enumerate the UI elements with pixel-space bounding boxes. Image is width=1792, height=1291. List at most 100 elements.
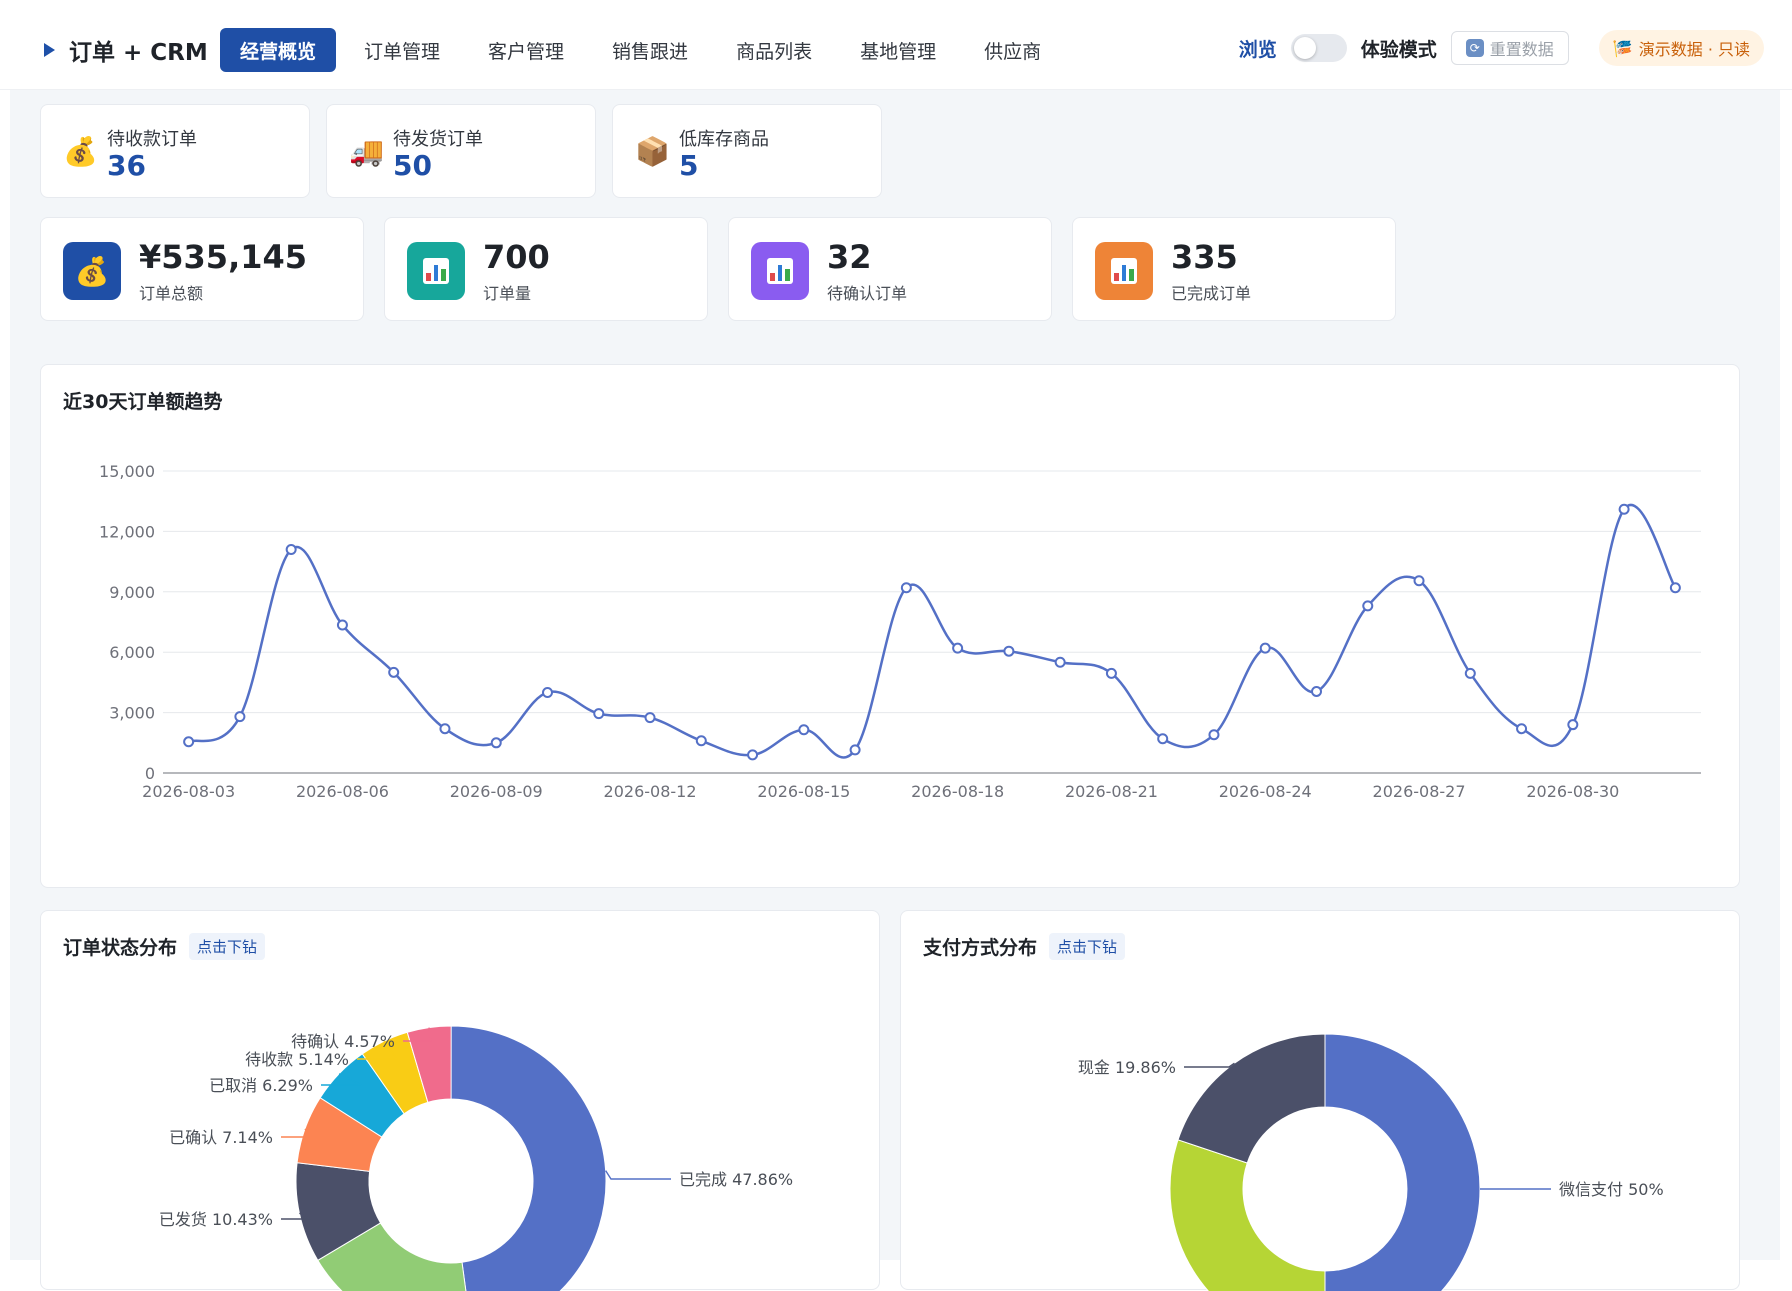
payment-method-panel: 支付方式分布 点击下钻 微信支付 50% 现金 19.86% [900, 910, 1741, 1291]
data-point [849, 744, 861, 756]
data-point [439, 723, 451, 735]
brand[interactable]: 订单 + CRM [44, 32, 208, 68]
y-tick-label: 3,000 [109, 704, 155, 723]
experience-mode-label[interactable]: 体验模式 [1361, 35, 1437, 62]
toggle-knob [1293, 37, 1316, 59]
data-point [234, 711, 246, 723]
stat-card-pending-shipment[interactable]: 🚚 待发货订单 50 [326, 104, 596, 198]
trend-chart-panel: 近30天订单额趋势 0 3,000 6,000 9,000 12,000 15,000 20… [40, 364, 1740, 888]
data-point [1003, 645, 1015, 657]
y-tick-label: 6,000 [109, 643, 155, 662]
browse-label[interactable]: 浏览 [1239, 35, 1277, 62]
kpi-label: 订单量 [483, 284, 532, 303]
x-tick-label: 2026-08-18 [911, 782, 1004, 801]
x-tick-label: 2026-08-03 [142, 782, 235, 801]
nav-tab-6[interactable]: 供应商 [964, 28, 1061, 72]
data-point [542, 686, 553, 698]
data-point [1362, 600, 1374, 612]
money-bag-icon: 💰 [63, 135, 98, 168]
data-point [952, 642, 964, 654]
bar-chart-icon [751, 242, 809, 300]
data-point [1464, 667, 1476, 679]
stat-card-low-stock[interactable]: 📦 低库存商品 5 [612, 104, 882, 198]
data-point [900, 582, 912, 594]
data-point [388, 666, 400, 678]
slice-label: 已取消 6.29% [209, 1076, 313, 1095]
y-tick-label: 9,000 [109, 583, 155, 602]
demo-badge-label: 演示数据 · 只读 [1638, 40, 1750, 59]
stat-label: 待收款订单 [107, 129, 197, 150]
data-point [1669, 582, 1681, 594]
donut-slice[interactable] [450, 1025, 607, 1291]
payment-method-donut-chart[interactable]: 微信支付 50% 现金 19.86% [901, 911, 1741, 1291]
x-tick-label: 2026-08-24 [1219, 782, 1312, 801]
data-point [1208, 729, 1220, 741]
donut-slice[interactable] [1324, 1033, 1481, 1291]
kpi-label: 待确认订单 [827, 284, 908, 303]
kpi-value: 335 [1171, 238, 1238, 276]
kpi-label: 订单总额 [139, 284, 204, 303]
dashboard-content: 💰 待收款订单 36 🚚 待发货订单 50 📦 低库存商品 5 💰 ¥535,1… [10, 90, 1780, 1291]
delivery-truck-icon: 🚚 [349, 135, 384, 168]
stat-label: 待发货订单 [393, 129, 483, 150]
y-tick-label: 15,000 [99, 462, 155, 481]
kpi-label: 已完成订单 [1171, 284, 1252, 303]
kpi-card-completed[interactable]: 335 已完成订单 [1072, 217, 1396, 321]
reset-data-button[interactable]: ⟳ 重置数据 [1450, 31, 1569, 65]
nav-tab-0[interactable]: 经营概览 [220, 28, 337, 72]
stat-card-pending-payment[interactable]: 💰 待收款订单 36 [40, 104, 310, 198]
data-point [490, 737, 502, 749]
refresh-icon: ⟳ [1465, 39, 1484, 57]
slice-label: 现金 19.86% [1078, 1058, 1176, 1077]
x-tick-label: 2026-08-27 [1373, 782, 1466, 801]
nav-tab-2[interactable]: 客户管理 [468, 28, 584, 72]
data-point [1157, 733, 1169, 745]
top-right-controls: 浏览 体验模式 ⟳ 重置数据 🎏 演示数据 · 只读 [1239, 30, 1764, 66]
play-arrow-icon [44, 43, 55, 57]
mode-toggle[interactable] [1290, 34, 1347, 62]
stat-value: 50 [393, 149, 432, 182]
x-tick-label: 2026-08-09 [450, 782, 543, 801]
nav-tab-3[interactable]: 销售跟进 [592, 28, 708, 72]
data-point [695, 735, 707, 747]
data-point [1311, 685, 1322, 697]
bar-chart-icon [1095, 242, 1153, 300]
nav-tab-1[interactable]: 订单管理 [344, 28, 460, 72]
donut-slice[interactable] [1177, 1033, 1326, 1164]
data-point [336, 619, 348, 631]
money-bag-icon: 💰 [63, 242, 121, 300]
demo-readonly-badge: 🎏 演示数据 · 只读 [1598, 30, 1764, 66]
kpi-card-order-total[interactable]: 💰 ¥535,145 订单总额 [40, 217, 364, 321]
top-navigation-bar: 订单 + CRM 经营概览 订单管理 客户管理 销售跟进 商品列表 基地管理 供应商 浏览 … [0, 0, 1792, 90]
kpi-card-order-count[interactable]: 700 订单量 [384, 217, 708, 321]
y-tick-label: 0 [145, 764, 155, 783]
stat-label: 低库存商品 [679, 129, 769, 150]
data-point [183, 736, 195, 748]
data-point [644, 712, 656, 724]
data-point [1516, 723, 1528, 735]
data-point [1567, 719, 1579, 731]
data-point [1413, 575, 1425, 587]
trend-line-chart[interactable]: 0 3,000 6,000 9,000 12,000 15,000 2026-08-03 20… [41, 365, 1741, 889]
data-point [593, 708, 605, 720]
data-point [1259, 642, 1271, 654]
reset-data-label: 重置数据 [1489, 40, 1554, 59]
data-point [285, 544, 297, 556]
slice-label: 待收款 5.14% [245, 1050, 349, 1069]
label-leader-line [1184, 1062, 1235, 1068]
x-tick-label: 2026-08-06 [296, 782, 389, 801]
slice-label: 已确认 7.14% [169, 1128, 273, 1147]
slice-label: 已发货 10.43% [159, 1210, 273, 1229]
nav-tab-5[interactable]: 基地管理 [840, 28, 956, 72]
order-status-donut-chart[interactable]: 已完成 47.86% 已发货 10.43% 已确认 7.14% 已取消 6.29% 待收… [41, 911, 881, 1291]
label-leader-line [605, 1170, 671, 1180]
brand-title: 订单 + CRM [69, 40, 208, 66]
data-point [1054, 656, 1066, 668]
x-tick-label: 2026-08-21 [1065, 782, 1158, 801]
y-tick-label: 12,000 [99, 522, 155, 541]
nav-tab-4[interactable]: 商品列表 [716, 28, 832, 72]
data-point [747, 749, 759, 761]
kpi-value: 700 [483, 238, 550, 276]
x-tick-label: 2026-08-15 [757, 782, 850, 801]
kpi-card-pending-confirm[interactable]: 32 待确认订单 [728, 217, 1052, 321]
